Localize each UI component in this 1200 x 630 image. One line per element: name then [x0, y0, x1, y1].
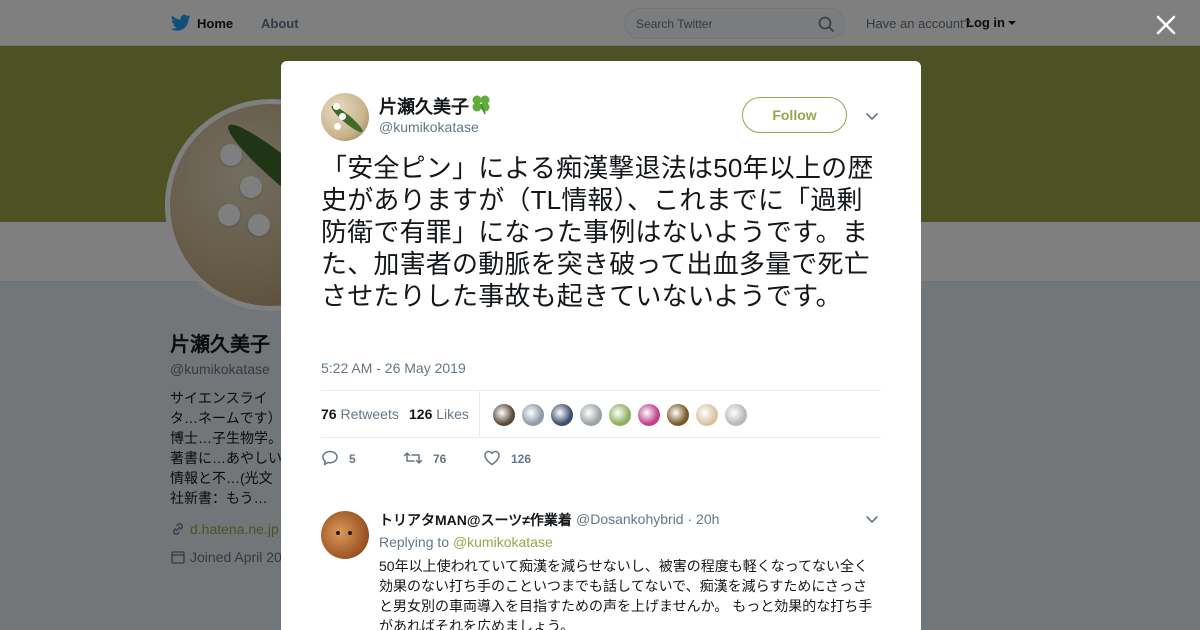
chevron-down-icon[interactable] [865, 109, 879, 123]
avatar-flower-shape [334, 123, 341, 130]
retweets-count: 76 [321, 406, 337, 422]
replying-to: Replying to @kumikokatase [379, 534, 553, 550]
liker-avatar[interactable] [695, 403, 719, 427]
reply-author-name[interactable]: トリアタMAN@スーツ≠作業着 [379, 510, 572, 530]
liker-avatar[interactable] [666, 403, 690, 427]
stats-divider [479, 391, 480, 438]
avatar-flower-shape [339, 113, 346, 120]
tweet-modal: 片瀬久美子 @kumikokatase Follow 「安全ピン」による痴漢撃退… [281, 61, 921, 630]
reply-action[interactable]: 5 [321, 449, 356, 469]
follow-button[interactable]: Follow [742, 97, 847, 133]
avatar-eye-shape [336, 531, 340, 535]
replying-mention[interactable]: @kumikokatase [453, 534, 553, 550]
liker-avatar[interactable] [579, 403, 603, 427]
tweet-author-avatar[interactable] [321, 93, 369, 141]
tweet-timestamp[interactable]: 5:22 AM - 26 May 2019 [321, 360, 466, 376]
retweets-stat[interactable]: 76 Retweets [321, 406, 399, 422]
retweet-count: 76 [433, 452, 447, 466]
like-action[interactable]: 126 [483, 449, 531, 469]
liker-avatar[interactable] [550, 403, 574, 427]
likes-stat[interactable]: 126 Likes [409, 406, 469, 422]
liker-avatar[interactable] [724, 403, 748, 427]
reply-icon [322, 450, 338, 466]
tweet-text: 「安全ピン」による痴漢撃退法は50年以上の歴史がありますが（TL情報）、これまで… [321, 153, 874, 311]
like-count: 126 [511, 452, 532, 466]
chevron-down-icon[interactable] [865, 512, 879, 526]
liker-avatar[interactable] [492, 403, 516, 427]
avatar-eye-shape [348, 531, 352, 535]
likes-count: 126 [409, 406, 433, 422]
reply-separator [281, 487, 921, 497]
reply-author-handle[interactable]: @Dosankohybrid · 20h [576, 511, 719, 527]
reply-count: 5 [349, 452, 356, 466]
reply-text: 50年以上使われていて痴漢を減らせないし、被害の程度も軽くなってない全く効果のな… [379, 558, 873, 630]
tweet-actions: 5 76 126 [321, 449, 881, 469]
tweet-author-name[interactable]: 片瀬久美子 [379, 93, 469, 119]
retweets-label: Retweets [340, 406, 399, 422]
replying-prefix: Replying to [379, 534, 450, 550]
reply-author-avatar[interactable] [321, 511, 369, 559]
likes-label: Likes [436, 406, 469, 422]
liker-avatar[interactable] [608, 403, 632, 427]
clover-icon [472, 95, 490, 115]
liker-avatar[interactable] [521, 403, 545, 427]
retweet-icon [403, 452, 423, 464]
retweet-action[interactable]: 76 [403, 449, 446, 469]
tweet-author-handle[interactable]: @kumikokatase [379, 119, 479, 135]
heart-icon [484, 450, 500, 466]
tweet-stats: 76 Retweets 126 Likes [321, 390, 881, 438]
close-icon[interactable] [1153, 12, 1179, 38]
avatar-flower-shape [333, 103, 340, 110]
liker-avatar[interactable] [637, 403, 661, 427]
